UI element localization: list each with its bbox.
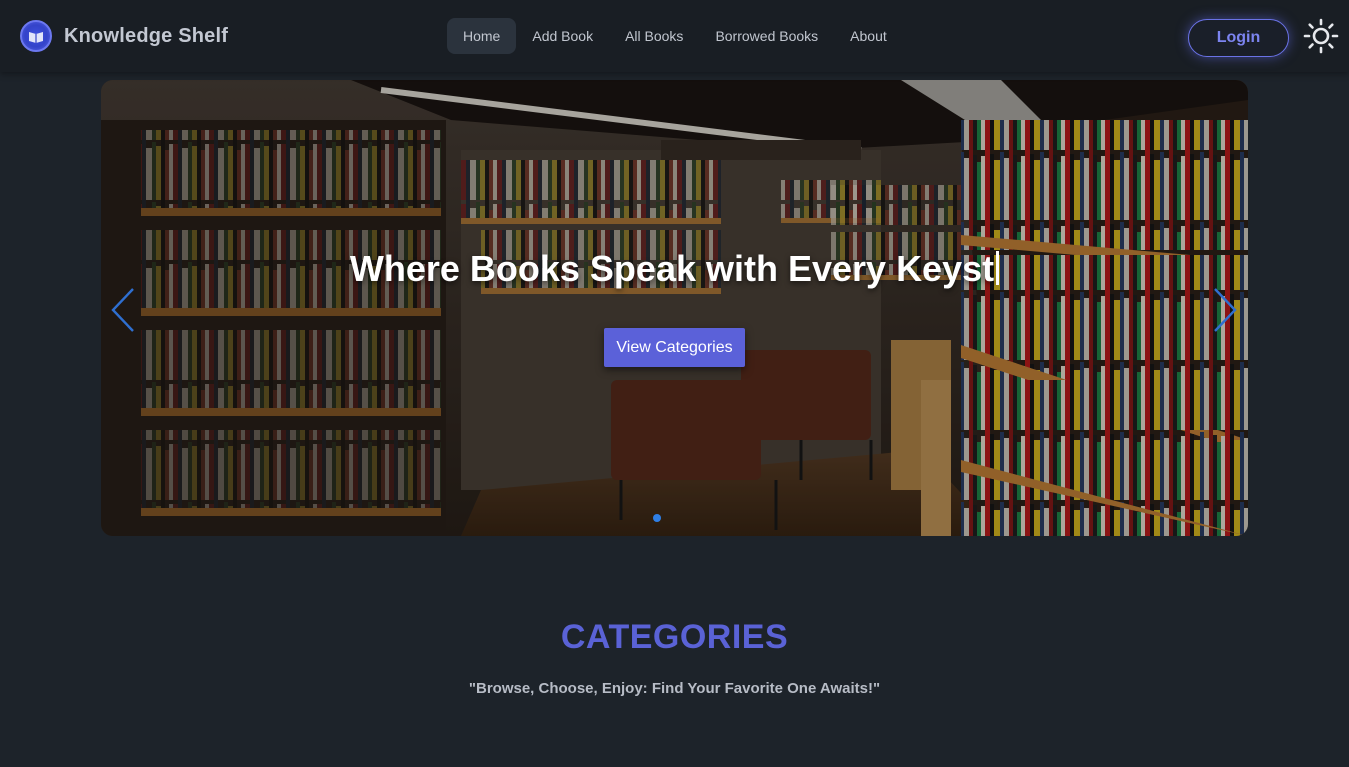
nav-item-borrowed-books[interactable]: Borrowed Books <box>699 18 834 54</box>
nav-item-home[interactable]: Home <box>447 18 517 54</box>
categories-title: CATEGORIES <box>560 618 789 656</box>
main-nav: Home Add Book All Books Borrowed Books A… <box>447 18 903 54</box>
hero-headline: Where Books Speak with Every Keyst <box>101 248 1248 290</box>
nav-item-add-book[interactable]: Add Book <box>516 18 609 54</box>
hero-carousel: Where Books Speak with Every Keyst View … <box>101 80 1248 536</box>
view-categories-button[interactable]: View Categories <box>604 328 745 367</box>
book-logo-icon <box>20 20 52 52</box>
chevron-left-icon[interactable] <box>109 285 139 335</box>
categories-subtitle: "Browse, Choose, Enjoy: Find Your Favori… <box>468 680 881 697</box>
hero-overlay <box>101 80 1248 536</box>
brand-name: Knowledge Shelf <box>64 24 229 47</box>
carousel-dot[interactable] <box>653 514 661 522</box>
hero-headline-text: Where Books Speak with Every Keyst <box>349 248 995 289</box>
navbar: Knowledge Shelf Home Add Book All Books … <box>0 0 1349 72</box>
login-button[interactable]: Login <box>1188 19 1289 57</box>
sun-icon[interactable] <box>1303 18 1339 54</box>
nav-item-all-books[interactable]: All Books <box>609 18 699 54</box>
nav-item-about[interactable]: About <box>834 18 903 54</box>
brand-link[interactable]: Knowledge Shelf <box>20 20 228 52</box>
typing-cursor <box>996 251 1000 285</box>
chevron-right-icon[interactable] <box>1209 285 1239 335</box>
